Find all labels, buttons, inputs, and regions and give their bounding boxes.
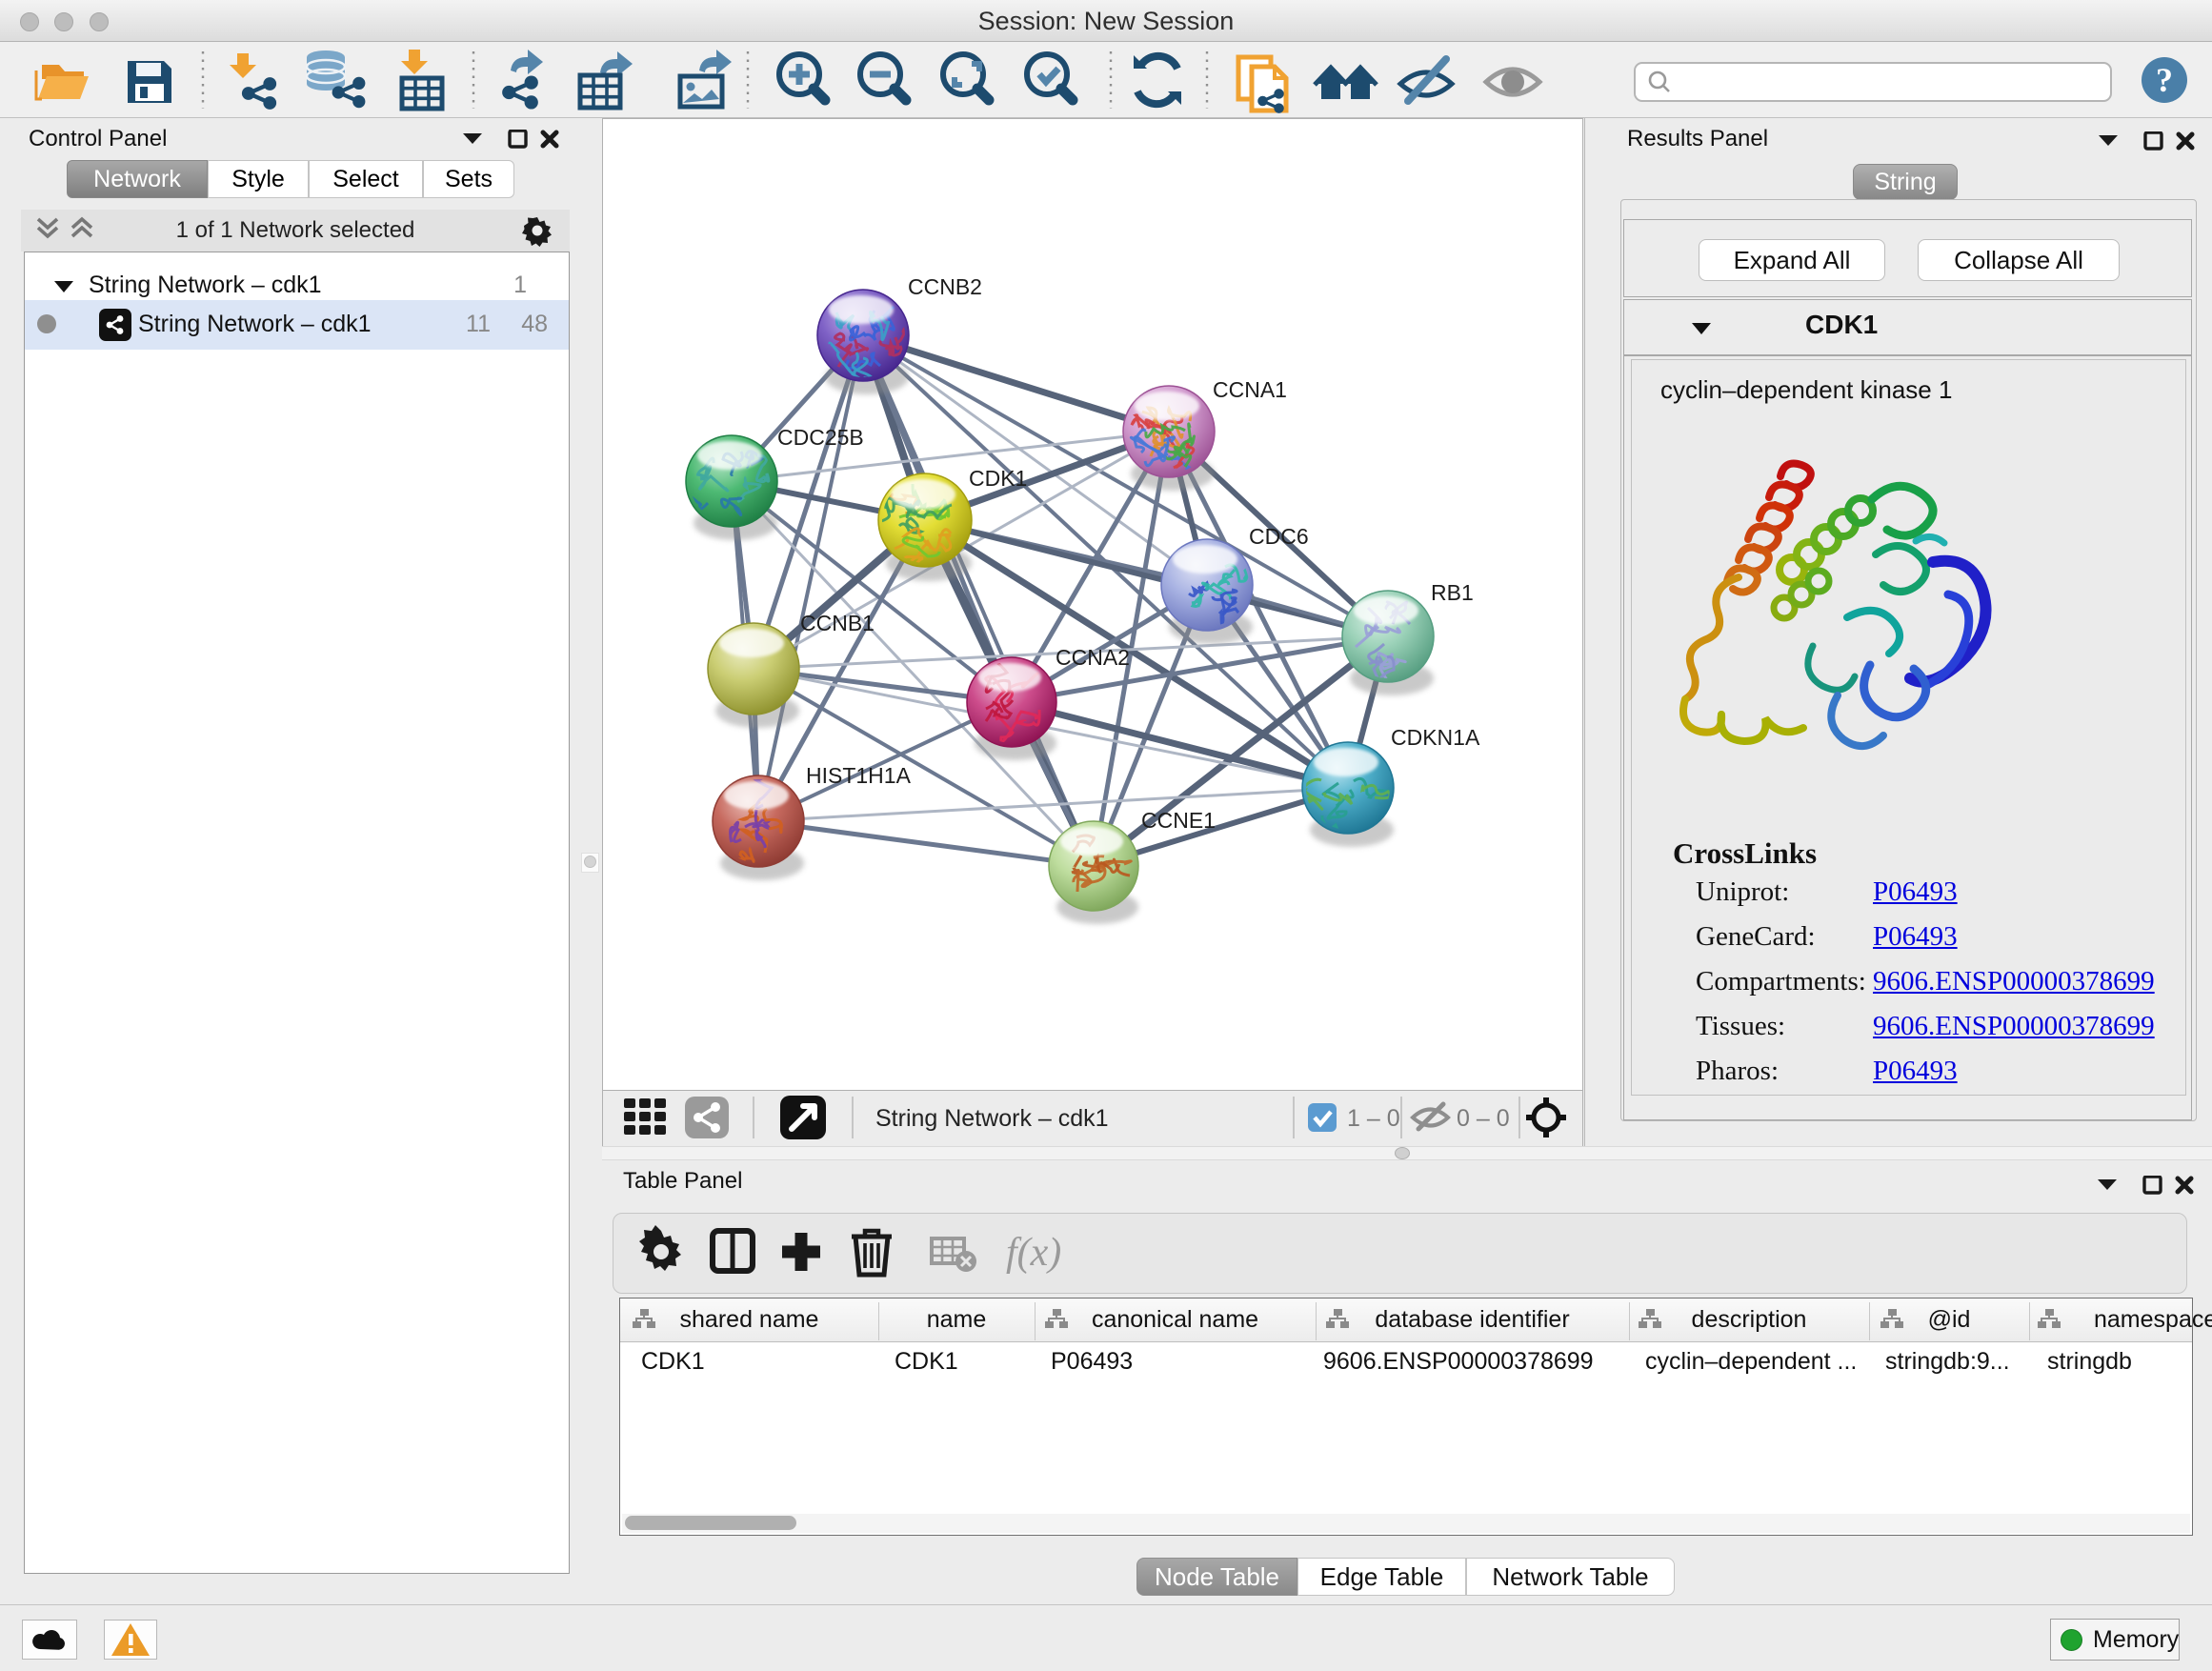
svg-text:CCNA2: CCNA2	[1056, 645, 1130, 670]
svg-text:CCNA1: CCNA1	[1213, 377, 1287, 402]
svg-text:CCNB1: CCNB1	[800, 611, 875, 635]
svg-text:CDK1: CDK1	[969, 466, 1027, 491]
svg-text:0 – 0: 0 – 0	[1457, 1105, 1510, 1132]
svg-text:CCNE1: CCNE1	[1141, 808, 1216, 833]
svg-text:RB1: RB1	[1431, 580, 1474, 605]
svg-text:CDC6: CDC6	[1249, 524, 1309, 549]
svg-text:HIST1H1A: HIST1H1A	[806, 763, 912, 788]
svg-text:String Network – cdk1: String Network – cdk1	[875, 1105, 1109, 1132]
svg-text:CDC25B: CDC25B	[777, 425, 864, 450]
svg-text:f(x): f(x)	[1006, 1231, 1061, 1275]
svg-text:CCNB2: CCNB2	[908, 274, 982, 299]
svg-text:?: ?	[2156, 61, 2173, 99]
svg-text:1 – 0: 1 – 0	[1347, 1105, 1400, 1132]
svg-text:CDKN1A: CDKN1A	[1391, 725, 1480, 750]
